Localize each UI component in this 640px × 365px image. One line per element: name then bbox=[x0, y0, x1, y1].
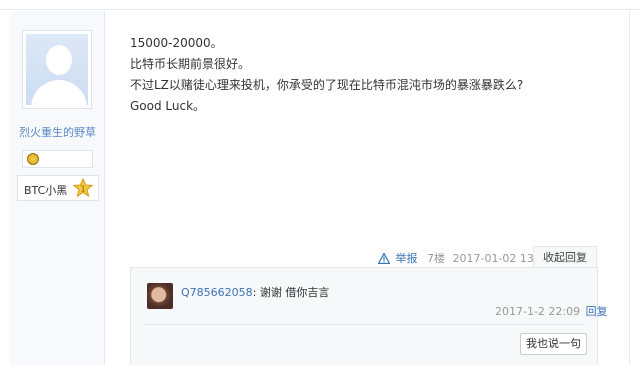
comment-datetime: 2017-1-2 22:09 bbox=[495, 305, 581, 318]
floor-number: 7楼 bbox=[427, 252, 445, 265]
collapse-replies-button[interactable]: 收起回复 bbox=[533, 246, 597, 268]
thread-page: 烈火重生的野草 BTC小黑 1 15000-20000。 比特币长期前景很好。 … bbox=[0, 0, 640, 365]
medal-icon[interactable] bbox=[27, 153, 39, 165]
comment-item: Q785662058: 谢谢 借你吉言 bbox=[181, 284, 329, 300]
badge-bar bbox=[22, 150, 93, 168]
comment-avatar[interactable] bbox=[147, 283, 173, 309]
user-name-link[interactable]: 烈火重生的野草 bbox=[10, 124, 105, 140]
comment-reply-link[interactable]: 回复 bbox=[586, 305, 608, 318]
comment-user-link[interactable]: Q785662058 bbox=[181, 286, 253, 299]
top-divider bbox=[0, 0, 640, 10]
user-info-column: 烈火重生的野草 BTC小黑 1 bbox=[10, 11, 105, 365]
level-title: BTC小黑 bbox=[24, 184, 68, 197]
say-something-button[interactable]: 我也说一句 bbox=[520, 333, 587, 355]
warning-icon bbox=[378, 252, 390, 264]
post-line: 15000-20000。 bbox=[130, 36, 223, 50]
comment-divider bbox=[145, 324, 585, 325]
report-link[interactable]: 举报 bbox=[396, 250, 418, 266]
default-avatar-icon bbox=[26, 34, 88, 105]
post-line: 不过LZ以赌徒心理来投机，你承受的了现在比特币混沌市场的暴涨暴跌么? bbox=[130, 78, 524, 92]
post-line: 比特币长期前景很好。 bbox=[130, 57, 251, 71]
user-avatar[interactable] bbox=[22, 30, 92, 109]
level-star-icon: 1 bbox=[73, 178, 93, 198]
comment-meta: 2017-1-2 22:09 回复 bbox=[495, 303, 608, 319]
right-border bbox=[629, 10, 630, 365]
level-number: 1 bbox=[80, 185, 85, 194]
post-line: Good Luck。 bbox=[130, 99, 206, 113]
post-content: 15000-20000。 比特币长期前景很好。 不过LZ以赌徒心理来投机，你承受… bbox=[130, 33, 610, 117]
reply-panel: Q785662058: 谢谢 借你吉言 2017-1-2 22:09 回复 我也… bbox=[130, 267, 608, 365]
post-meta: 举报 7楼 2017-01-02 13:58 bbox=[378, 250, 552, 266]
comment-text: 谢谢 借你吉言 bbox=[256, 286, 330, 299]
user-level[interactable]: BTC小黑 1 bbox=[17, 175, 99, 201]
